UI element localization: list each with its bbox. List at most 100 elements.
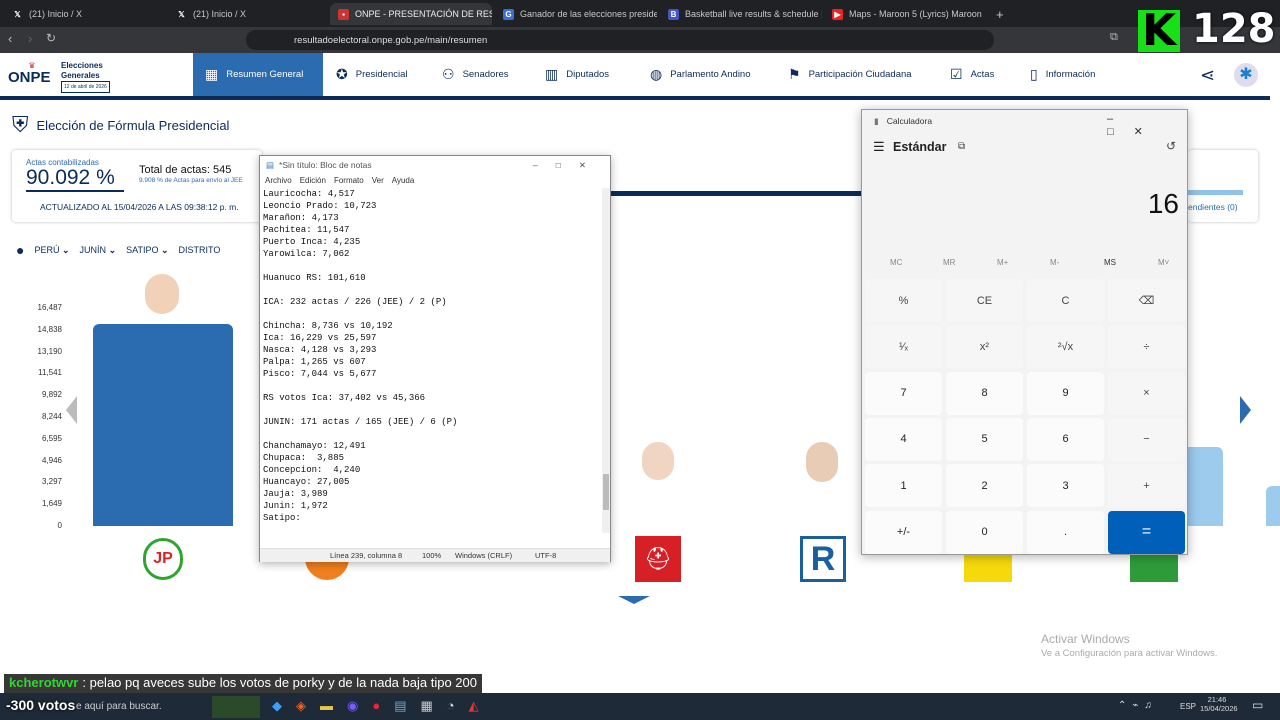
calc-key[interactable]: 5 — [946, 417, 1023, 461]
calc-key[interactable]: × — [1108, 371, 1185, 415]
filter-department[interactable]: JUNÍN ⌄ — [80, 245, 117, 256]
browser-tab[interactable]: GGanador de las elecciones presidencia — [495, 3, 657, 25]
onpe-logo[interactable]: ♛ ONPE — [8, 61, 56, 91]
accessibility-icon[interactable]: ✱ — [1234, 63, 1258, 87]
copilot-icon[interactable]: ◆ — [272, 698, 282, 714]
calc-key[interactable]: + — [1108, 464, 1185, 508]
chart-bar[interactable] — [93, 323, 233, 526]
calc-key[interactable]: 9 — [1027, 371, 1104, 415]
clock-app-icon[interactable]: ◔ — [447, 698, 455, 714]
emblem-icon: ⛨ — [12, 112, 29, 137]
calc-key[interactable]: 1 — [865, 464, 942, 508]
calc-key[interactable]: 4 — [865, 417, 942, 461]
obs-icon[interactable]: ◉ — [347, 698, 358, 714]
party-logo-helmet-icon[interactable]: ⛑ — [635, 536, 681, 582]
nav-resumen-general[interactable]: ▦ Resumen General — [193, 53, 323, 96]
calc-key[interactable]: − — [1108, 417, 1185, 461]
browser-tab[interactable]: 𝕏 (21) Inicio / X — [168, 3, 328, 25]
extensions-icon[interactable]: ⧉ — [1110, 31, 1118, 44]
calc-key[interactable]: . — [1027, 510, 1104, 554]
notification-icon[interactable]: ▭ — [1252, 698, 1263, 712]
taskbar-search-text[interactable]: e aquí para buscar. — [76, 701, 162, 712]
browser-tab[interactable]: B Basketball live results & schedule | Sc — [660, 3, 822, 25]
calc-key[interactable]: 8 — [946, 371, 1023, 415]
memory-button[interactable]: M˅ — [1158, 258, 1169, 267]
calc-key[interactable]: % — [865, 279, 942, 322]
browser-tab[interactable]: 𝕏 (21) Inicio / X — [4, 3, 164, 25]
forward-icon[interactable]: › — [28, 31, 32, 46]
history-icon[interactable]: ↺ — [1166, 139, 1176, 153]
chart-expand-arrow[interactable] — [618, 596, 650, 604]
calc-key[interactable]: ⌫ — [1108, 279, 1185, 322]
calc-key[interactable]: ²√x — [1027, 325, 1104, 369]
calc-key[interactable]: +/- — [865, 510, 942, 554]
memory-button[interactable]: M- — [1050, 258, 1059, 267]
party-logo-jp-icon[interactable]: JP — [143, 538, 183, 580]
nav-diputados[interactable]: ▥ Diputados — [545, 53, 609, 96]
calc-key[interactable]: = — [1108, 510, 1185, 554]
nav-participacion[interactable]: ⚑ Participación Ciudadana — [788, 53, 912, 96]
notepad-scrollbar[interactable] — [602, 188, 610, 533]
browser-tab[interactable]: ▶ Maps - Maroon 5 (Lyrics) Maroon — [824, 3, 984, 25]
window-controls[interactable]: –□✕ — [1107, 113, 1187, 138]
nav-presidencial[interactable]: ✪ Presidencial — [336, 53, 407, 96]
onpe-taskbar-icon[interactable]: ◭ — [469, 698, 479, 714]
filter-province[interactable]: SATIPO ⌄ — [126, 245, 168, 256]
opera-icon[interactable]: ● — [372, 698, 380, 714]
menu-formato[interactable]: Formato — [334, 176, 364, 185]
language-indicator[interactable]: ESP — [1180, 702, 1196, 711]
party-logo-r-icon[interactable]: R — [800, 536, 846, 582]
memory-button[interactable]: MC — [890, 258, 902, 267]
menu-ayuda[interactable]: Ayuda — [392, 176, 415, 185]
notepad-taskbar-icon[interactable]: ▤ — [394, 698, 406, 714]
chart-next-arrow[interactable] — [1240, 396, 1251, 424]
url-field[interactable]: resultadoelectoral.onpe.gob.pe/main/resu… — [246, 30, 994, 50]
chart-bar[interactable] — [1266, 486, 1280, 526]
chevron-down-icon: ⌄ — [62, 244, 70, 255]
globe-icon: ◍ — [650, 66, 663, 82]
hamburger-icon[interactable]: ☰ — [873, 139, 885, 155]
calc-key[interactable]: 3 — [1027, 464, 1104, 508]
calc-key[interactable]: 2 — [946, 464, 1023, 508]
notepad-icon: ▤ — [266, 159, 275, 170]
nav-parlamento-andino[interactable]: ◍ Parlamento Andino — [650, 53, 751, 96]
share-icon[interactable]: ⋖ — [1200, 65, 1215, 86]
browser-tab-active[interactable]: ▪ONPE - PRESENTACIÓN DE RESU✕ — [330, 3, 492, 25]
memory-button[interactable]: MS — [1104, 258, 1116, 267]
brave-icon[interactable]: ◈ — [296, 698, 306, 714]
menu-edicion[interactable]: Edición — [300, 176, 326, 185]
new-tab-button[interactable]: + — [988, 3, 1008, 25]
window-controls[interactable]: –□✕ — [533, 160, 604, 171]
landscape-widget-icon[interactable] — [212, 696, 260, 718]
notepad-text-area[interactable]: Lauricocha: 4,517 Leoncio Prado: 10,723 … — [263, 188, 599, 538]
calc-key[interactable]: ¹⁄ₓ — [865, 325, 942, 369]
keep-on-top-icon[interactable]: ⧉ — [958, 141, 965, 152]
notepad-titlebar: ▤ *Sin título: Bloc de notas –□✕ — [260, 156, 610, 174]
windows-taskbar: -300 votos e aquí para buscar. ◆ ◈ ▬ ◉ ●… — [0, 693, 1280, 720]
nav-informacion[interactable]: ▯ Información — [1030, 53, 1095, 96]
nav-actas[interactable]: ☑ Actas — [950, 53, 994, 96]
menu-ver[interactable]: Ver — [372, 176, 384, 185]
calculator-taskbar-icon[interactable]: ▦ — [421, 698, 433, 714]
reload-icon[interactable]: ↻ — [46, 31, 56, 45]
menu-archivo[interactable]: Archivo — [265, 176, 292, 185]
system-tray-icons[interactable]: ⌃⌁♫ — [1118, 700, 1158, 711]
calc-key[interactable]: 6 — [1027, 417, 1104, 461]
candidate-photo — [143, 272, 181, 316]
onpe-icon: ▪ — [338, 8, 349, 20]
memory-button[interactable]: M+ — [997, 258, 1008, 267]
nav-senadores[interactable]: ⚇ Senadores — [442, 53, 509, 96]
filter-district[interactable]: DISTRITO — [179, 245, 221, 255]
taskbar-clock[interactable]: 21:46 15/04/2026 — [1200, 695, 1238, 713]
calc-key[interactable]: C — [1027, 279, 1104, 322]
calc-key[interactable]: ÷ — [1108, 325, 1185, 369]
calc-key[interactable]: 0 — [946, 510, 1023, 554]
calc-key[interactable]: CE — [946, 279, 1023, 322]
filter-country[interactable]: PERÚ ⌄ — [34, 245, 69, 256]
memory-button[interactable]: MR — [943, 258, 955, 267]
back-icon[interactable]: ‹ — [8, 31, 12, 46]
calc-key[interactable]: 7 — [865, 371, 942, 415]
chart-prev-arrow[interactable] — [66, 396, 77, 424]
file-explorer-icon[interactable]: ▬ — [320, 698, 333, 714]
calc-key[interactable]: x² — [946, 325, 1023, 369]
